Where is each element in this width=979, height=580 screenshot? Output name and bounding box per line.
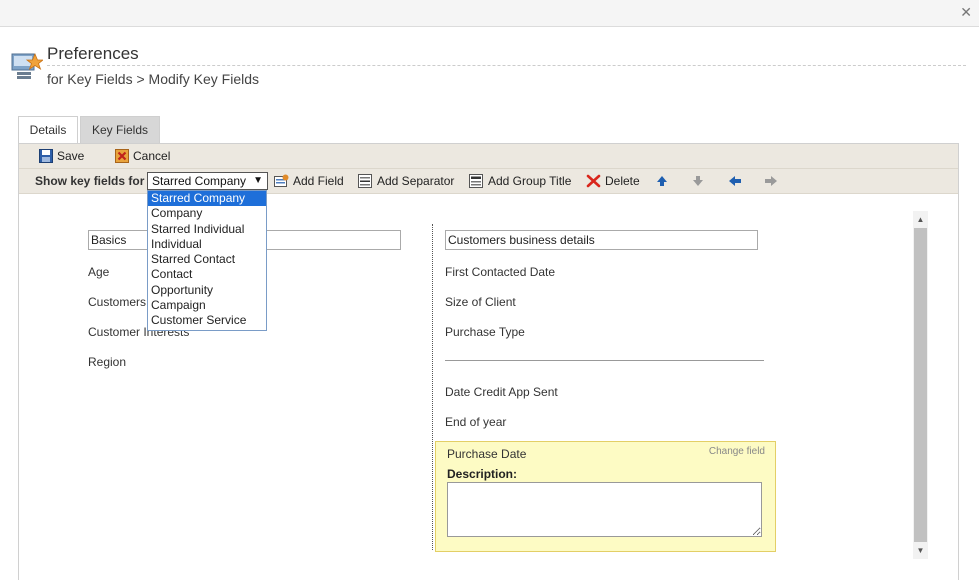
delete-icon bbox=[586, 174, 601, 188]
scroll-thumb[interactable] bbox=[914, 228, 927, 542]
key-field-item[interactable]: Customers bbox=[88, 295, 146, 309]
add-group-title-icon bbox=[469, 174, 483, 188]
window-top-bar: ✕ bbox=[0, 0, 979, 27]
arrow-up-icon bbox=[657, 176, 667, 186]
dropdown-option[interactable]: Starred Company bbox=[148, 191, 266, 207]
dropdown-option[interactable]: Opportunity bbox=[148, 283, 266, 298]
save-button[interactable]: Save bbox=[39, 148, 84, 166]
key-field-item[interactable]: End of year bbox=[445, 415, 506, 429]
right-group-title-field[interactable]: Customers business details bbox=[445, 230, 758, 250]
cancel-label: Cancel bbox=[133, 149, 171, 163]
move-up-button[interactable] bbox=[656, 173, 672, 191]
add-group-title-label: Add Group Title bbox=[488, 174, 572, 188]
cancel-icon bbox=[115, 149, 129, 163]
scroll-up-icon[interactable]: ▲ bbox=[913, 211, 928, 228]
arrow-right-icon bbox=[765, 176, 777, 186]
add-separator-button[interactable]: Add Separator bbox=[358, 173, 454, 191]
dropdown-option[interactable]: Individual bbox=[148, 237, 266, 252]
tab-key-fields[interactable]: Key Fields bbox=[80, 116, 160, 143]
arrow-left-icon bbox=[729, 176, 741, 186]
save-label: Save bbox=[57, 149, 85, 163]
description-textarea[interactable] bbox=[447, 482, 762, 537]
breadcrumb: for Key Fields > Modify Key Fields bbox=[47, 71, 260, 87]
add-separator-icon bbox=[358, 174, 372, 188]
move-right-button[interactable] bbox=[764, 173, 782, 191]
description-label: Description: bbox=[447, 467, 518, 481]
page-title: Preferences bbox=[47, 44, 139, 63]
add-field-label: Add Field bbox=[293, 174, 344, 188]
move-down-button[interactable] bbox=[692, 173, 708, 191]
add-field-button[interactable]: Add Field bbox=[274, 173, 344, 191]
key-field-item[interactable]: Date Credit App Sent bbox=[445, 385, 558, 399]
key-field-item[interactable]: Age bbox=[88, 265, 109, 279]
key-field-item[interactable]: Region bbox=[88, 355, 126, 369]
show-key-fields-label: Show key fields for bbox=[35, 174, 145, 188]
key-field-item[interactable]: Size of Client bbox=[445, 295, 516, 309]
vertical-scrollbar[interactable]: ▲ ▼ bbox=[913, 211, 928, 559]
cancel-button[interactable]: Cancel bbox=[115, 148, 170, 166]
key-field-item[interactable]: First Contacted Date bbox=[445, 265, 555, 279]
field-separator[interactable] bbox=[445, 360, 764, 361]
add-group-title-button[interactable]: Add Group Title bbox=[469, 173, 571, 191]
preferences-star-icon bbox=[11, 48, 45, 82]
selected-field-label: Purchase Date bbox=[447, 447, 527, 461]
dropdown-option[interactable]: Company bbox=[148, 206, 266, 221]
record-type-selected-value: Starred Company bbox=[152, 174, 247, 188]
dropdown-option[interactable]: Starred Contact bbox=[148, 252, 266, 267]
selected-key-field[interactable]: Purchase Date Change field Description: bbox=[435, 441, 776, 552]
close-icon[interactable]: ✕ bbox=[960, 4, 972, 20]
add-separator-label: Add Separator bbox=[377, 174, 455, 188]
delete-label: Delete bbox=[605, 174, 640, 188]
arrow-down-icon bbox=[693, 176, 703, 186]
key-field-item[interactable]: Purchase Type bbox=[445, 325, 525, 339]
tab-details[interactable]: Details bbox=[18, 116, 78, 143]
action-toolbar: Save Cancel bbox=[19, 144, 958, 169]
move-left-button[interactable] bbox=[728, 173, 746, 191]
dropdown-option[interactable]: Contact bbox=[148, 267, 266, 282]
dropdown-option[interactable]: Campaign bbox=[148, 298, 266, 313]
change-field-link[interactable]: Change field bbox=[709, 446, 765, 457]
scroll-down-icon[interactable]: ▼ bbox=[913, 542, 928, 559]
record-type-dropdown-list: Starred Company Company Starred Individu… bbox=[147, 190, 267, 331]
chevron-down-icon: ▼ bbox=[253, 175, 263, 186]
dropdown-option[interactable]: Starred Individual bbox=[148, 222, 266, 237]
title-divider bbox=[47, 65, 966, 66]
column-divider bbox=[432, 224, 433, 550]
dropdown-option[interactable]: Customer Service bbox=[148, 313, 266, 328]
record-type-select[interactable]: Starred Company ▼ bbox=[147, 172, 268, 190]
add-field-icon bbox=[274, 174, 289, 187]
save-icon bbox=[39, 149, 53, 163]
delete-button[interactable]: Delete bbox=[586, 173, 640, 191]
